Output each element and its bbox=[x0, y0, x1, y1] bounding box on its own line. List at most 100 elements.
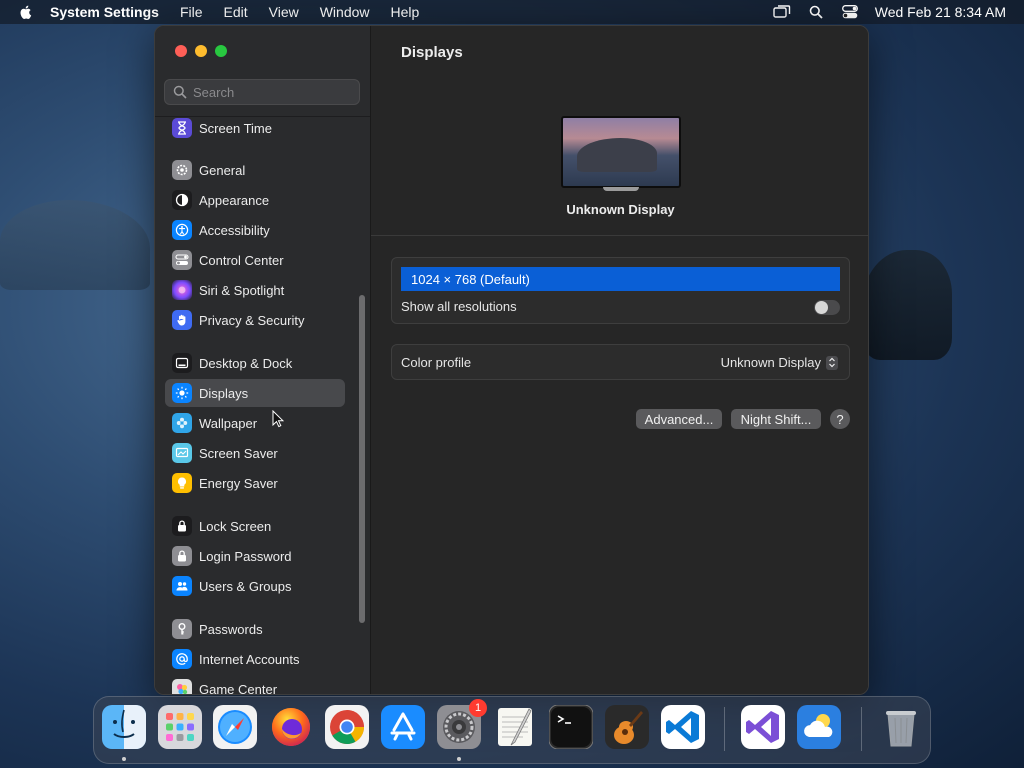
show-all-resolutions-toggle[interactable] bbox=[814, 300, 840, 315]
screen-saver-icon bbox=[172, 443, 192, 463]
sidebar-item-label: Users & Groups bbox=[199, 578, 292, 594]
launchpad-icon[interactable] bbox=[158, 705, 202, 749]
menu-edit[interactable]: Edit bbox=[224, 4, 248, 20]
sidebar-item-internet-accounts[interactable]: Internet Accounts bbox=[165, 645, 345, 673]
terminal-icon[interactable] bbox=[549, 705, 593, 749]
sidebar-search[interactable] bbox=[164, 79, 360, 105]
menu-clock[interactable]: Wed Feb 21 8:34 AM bbox=[875, 4, 1006, 20]
sidebar-item-game-center[interactable]: Game Center bbox=[165, 675, 345, 695]
menu-help[interactable]: Help bbox=[391, 4, 420, 20]
sidebar-item-label: Appearance bbox=[199, 192, 270, 208]
sidebar-item-label: Passwords bbox=[199, 621, 263, 637]
display-thumbnail[interactable] bbox=[561, 116, 681, 192]
window-controls bbox=[175, 45, 227, 57]
menu-window[interactable]: Window bbox=[320, 4, 370, 20]
sidebar-item-desktop-dock[interactable]: Desktop & Dock bbox=[165, 349, 345, 377]
system-settings-icon[interactable]: 1 bbox=[437, 699, 487, 749]
control-center-icon[interactable] bbox=[841, 3, 859, 21]
menu-view[interactable]: View bbox=[269, 4, 299, 20]
menu-bar: System Settings File Edit View Window He… bbox=[0, 0, 1024, 24]
sidebar-item-label: Wallpaper bbox=[199, 415, 258, 431]
minimize-window-button[interactable] bbox=[195, 45, 207, 57]
night-shift-button[interactable]: Night Shift... bbox=[731, 409, 821, 429]
dock-separator bbox=[861, 707, 862, 751]
sidebar-item-label: Internet Accounts bbox=[199, 651, 300, 667]
textedit-icon[interactable] bbox=[493, 705, 537, 749]
sidebar-item-label: General bbox=[199, 162, 246, 178]
chrome-icon[interactable] bbox=[325, 705, 369, 749]
search-icon bbox=[173, 85, 187, 99]
app-store-icon[interactable] bbox=[381, 705, 425, 749]
sidebar-item-general[interactable]: General bbox=[165, 156, 345, 184]
lock-icon bbox=[172, 546, 192, 566]
dock-icon bbox=[172, 353, 192, 373]
sidebar-item-users-groups[interactable]: Users & Groups bbox=[165, 572, 345, 600]
sun-icon bbox=[172, 383, 192, 403]
visual-studio-icon[interactable] bbox=[741, 705, 785, 749]
search-input[interactable] bbox=[193, 84, 353, 100]
apple-icon[interactable] bbox=[18, 4, 34, 20]
firefox-icon[interactable] bbox=[269, 705, 313, 749]
advanced-button[interactable]: Advanced... bbox=[636, 409, 722, 429]
wallpaper-island-right bbox=[862, 250, 952, 360]
sidebar-item-screen-time[interactable]: Screen Time bbox=[165, 114, 345, 142]
show-all-resolutions-label: Show all resolutions bbox=[401, 299, 517, 314]
sidebar-item-accessibility[interactable]: Accessibility bbox=[165, 216, 345, 244]
appearance-icon bbox=[172, 190, 192, 210]
sidebar-item-displays[interactable]: Displays bbox=[165, 379, 345, 407]
sidebar-item-appearance[interactable]: Appearance bbox=[165, 186, 345, 214]
wallpaper-island bbox=[577, 138, 657, 172]
zoom-window-button[interactable] bbox=[215, 45, 227, 57]
spotlight-search-icon[interactable] bbox=[807, 3, 825, 21]
accessibility-icon bbox=[172, 220, 192, 240]
sidebar-item-passwords[interactable]: Passwords bbox=[165, 615, 345, 643]
sidebar-item-screen-saver[interactable]: Screen Saver bbox=[165, 439, 345, 467]
sidebar-item-privacy-security[interactable]: Privacy & Security bbox=[165, 306, 345, 334]
finder-running-dot bbox=[122, 757, 126, 761]
close-window-button[interactable] bbox=[175, 45, 187, 57]
gear-icon bbox=[172, 160, 192, 180]
color-profile-panel: Color profile Unknown Display bbox=[391, 344, 850, 380]
resolution-option-selected[interactable]: 1024 × 768 (Default) bbox=[401, 267, 840, 291]
control-center-icon bbox=[172, 250, 192, 270]
sidebar-item-label: Screen Time bbox=[199, 120, 272, 136]
sidebar-item-siri-spotlight[interactable]: Siri & Spotlight bbox=[165, 276, 345, 304]
sidebar-item-label: Privacy & Security bbox=[199, 312, 305, 328]
color-profile-label: Color profile bbox=[401, 355, 472, 370]
users-icon bbox=[172, 576, 192, 596]
sidebar-item-login-password[interactable]: Login Password bbox=[165, 542, 345, 570]
lock-icon bbox=[172, 516, 192, 536]
color-profile-popup[interactable]: Unknown Display bbox=[721, 355, 838, 370]
finder-icon[interactable] bbox=[102, 705, 146, 749]
screen-mirroring-icon[interactable] bbox=[773, 3, 791, 21]
system-settings-running-dot bbox=[457, 757, 461, 761]
up-down-chevron-icon bbox=[826, 355, 838, 370]
garageband-icon[interactable] bbox=[605, 705, 649, 749]
menu-app-name[interactable]: System Settings bbox=[50, 4, 159, 20]
sidebar-item-label: Desktop & Dock bbox=[199, 355, 293, 371]
vscode-icon[interactable] bbox=[661, 705, 705, 749]
weather-icon[interactable] bbox=[797, 705, 841, 749]
menu-file[interactable]: File bbox=[180, 4, 203, 20]
sidebar-item-wallpaper[interactable]: Wallpaper bbox=[165, 409, 345, 437]
trash-icon[interactable] bbox=[879, 705, 923, 749]
help-button[interactable]: ? bbox=[830, 409, 850, 429]
sidebar-item-label: Accessibility bbox=[199, 222, 270, 238]
game-center-icon bbox=[172, 679, 192, 694]
mouse-pointer-icon bbox=[272, 410, 284, 428]
color-profile-value: Unknown Display bbox=[720, 355, 821, 370]
sidebar-item-energy-saver[interactable]: Energy Saver bbox=[165, 469, 345, 497]
sidebar-item-label: Game Center bbox=[199, 681, 278, 695]
sidebar-item-control-center[interactable]: Control Center bbox=[165, 246, 345, 274]
notification-badge: 1 bbox=[469, 699, 487, 717]
sidebar-item-label: Screen Saver bbox=[199, 445, 278, 461]
sidebar-item-lock-screen[interactable]: Lock Screen bbox=[165, 512, 345, 540]
sidebar-item-label: Control Center bbox=[199, 252, 284, 268]
displays-pane: Displays Unknown Display 1024 × 768 (Def… bbox=[371, 26, 868, 694]
dock-separator bbox=[724, 707, 725, 751]
sidebar-scrollbar[interactable] bbox=[359, 295, 365, 623]
safari-icon[interactable] bbox=[213, 705, 257, 749]
bulb-icon bbox=[172, 473, 192, 493]
display-screen bbox=[561, 116, 681, 188]
display-wallpaper-preview bbox=[563, 118, 679, 186]
